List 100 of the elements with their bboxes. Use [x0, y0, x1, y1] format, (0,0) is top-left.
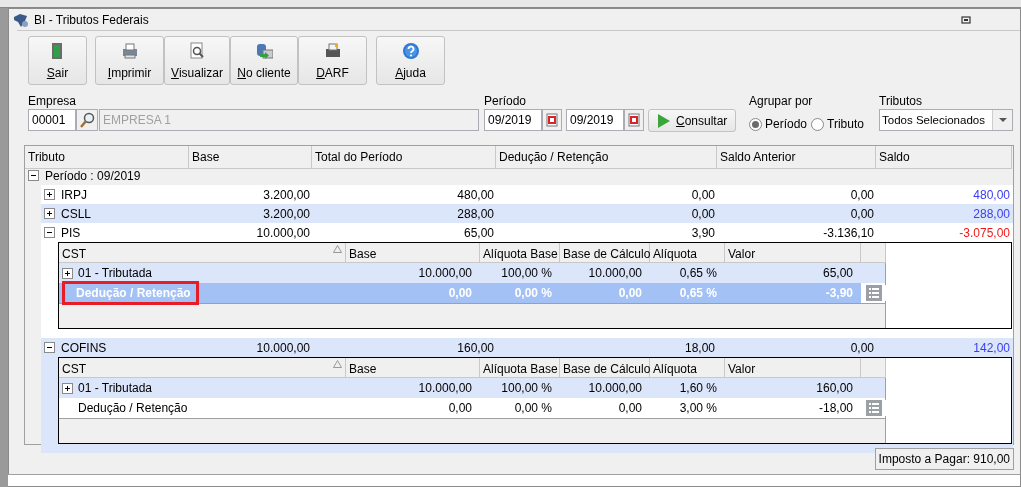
expand-icon[interactable] — [44, 208, 55, 219]
search-button[interactable] — [76, 109, 98, 131]
table-cell-text: 288,00 — [456, 205, 495, 223]
table-cell-text: 1,60 % — [678, 380, 718, 397]
table-cell-text: 10.000,00 — [255, 224, 311, 242]
calendar-icon — [546, 113, 558, 127]
table-cell-text: 0,00 — [447, 400, 473, 417]
table-cell-text: 0,65 % — [678, 285, 718, 302]
sort-icon — [333, 360, 342, 368]
column-header[interactable]: Base de Cálculo — [560, 243, 650, 263]
table-cell-text: CSLL — [61, 205, 92, 223]
toolbar-button[interactable]: Visualizar — [164, 36, 230, 85]
sort-icon — [333, 245, 342, 253]
table-cell-text: 65,00 — [462, 224, 495, 242]
total-label: Imposto a Pagar: 910,00 — [874, 448, 1014, 470]
table-cell-text: 01 - Tributada — [78, 380, 153, 397]
column-header[interactable]: CST — [62, 245, 86, 260]
toolbar-button[interactable]: Imprimir — [95, 36, 164, 85]
table-cell-text: 0,00 — [617, 285, 643, 302]
collapse-icon[interactable] — [44, 227, 55, 238]
table-cell-text: 0,00 — [617, 400, 643, 417]
column-header[interactable]: Alíquota — [650, 358, 725, 378]
table-cell-text: 65,00 — [821, 265, 854, 282]
expand-icon[interactable] — [44, 189, 55, 200]
table-cell-text: 10.000,00 — [587, 380, 643, 397]
column-header[interactable]: Saldo Anterior — [717, 146, 876, 169]
table-cell-text: 0,00 — [690, 205, 716, 223]
toolbar-button[interactable]: No cliente — [230, 36, 298, 85]
table-cell-text: 01 - Tributada — [78, 265, 153, 282]
expand-icon[interactable] — [62, 382, 73, 394]
database-arrow-icon — [255, 41, 273, 60]
column-header[interactable]: Tributo — [25, 146, 189, 169]
calendar-button[interactable] — [542, 109, 562, 131]
help-icon — [401, 41, 420, 60]
column-header[interactable]: Base de Cálculo — [560, 358, 650, 378]
calendar-button[interactable] — [624, 109, 644, 131]
table-cell-text: 0,00 — [690, 186, 716, 204]
search-icon — [79, 112, 95, 128]
table-cell-text: 10.000,00 — [587, 265, 643, 282]
column-header[interactable]: Alíquota Base — [480, 243, 560, 263]
caret-icon — [998, 117, 1007, 123]
table-cell-text: IRPJ — [61, 186, 87, 204]
blank-column-header — [861, 243, 886, 263]
table-cell-text: 3.200,00 — [262, 186, 311, 204]
table-cell-text: 10.000,00 — [417, 380, 473, 397]
document-magnifier-icon — [188, 41, 206, 60]
printer-icon — [120, 41, 139, 60]
toolbar-button[interactable]: Sair — [28, 36, 87, 85]
collapse-icon[interactable] — [28, 170, 39, 181]
field-label: Período — [484, 94, 528, 109]
table-cell-text: 3.200,00 — [262, 205, 311, 223]
table-cell-text: -3.075,00 — [958, 224, 1011, 242]
table-cell-text: 100,00 % — [500, 380, 553, 397]
blank-column-header — [861, 358, 886, 378]
group-label: Período : 09/2019 — [45, 167, 141, 185]
table-cell-text: 160,00 — [815, 380, 854, 397]
table-cell-text: 18,00 — [683, 339, 716, 357]
table-row[interactable]: Dedução / Retenção 0,00 0,00 % 0,00 3,00 % -18,00 — [59, 398, 861, 418]
date-field[interactable]: 09/2019 — [484, 109, 542, 131]
column-header[interactable]: Alíquota — [650, 243, 725, 263]
table-cell-text: 0,00 — [849, 205, 875, 223]
table-cell-text: 288,00 — [972, 205, 1011, 223]
table-cell-text: 100,00 % — [500, 265, 553, 282]
column-header[interactable]: Dedução / Retenção — [496, 146, 717, 169]
collapse-icon[interactable] — [44, 342, 55, 353]
consultar-button[interactable]: Consultar — [648, 109, 737, 132]
column-header[interactable]: Valor — [725, 243, 861, 263]
list-icon[interactable] — [865, 285, 882, 301]
expand-icon[interactable] — [62, 267, 73, 279]
toolbar-button[interactable]: DARF — [298, 36, 367, 85]
table-cell-text: 10.000,00 — [417, 265, 473, 282]
table-cell-text: PIS — [61, 224, 81, 242]
radio-option[interactable]: Período — [749, 115, 808, 133]
table-cell-text: 0,00 % — [513, 285, 553, 302]
printer-icon — [323, 41, 342, 60]
column-header[interactable]: Base — [346, 358, 480, 378]
app-logo-icon — [12, 11, 30, 28]
column-header[interactable]: Total do Período — [312, 146, 496, 169]
table-cell-text: 0,00 — [447, 285, 473, 302]
table-cell-text: 0,65 % — [678, 265, 718, 282]
toolbar-button[interactable]: Ajuda — [376, 36, 445, 85]
column-header[interactable]: Alíquota Base — [480, 358, 560, 378]
code-field[interactable]: 00001 — [28, 109, 76, 131]
list-icon[interactable] — [865, 400, 882, 416]
date-field[interactable]: 09/2019 — [566, 109, 624, 131]
radio-option[interactable]: Tributo — [811, 115, 864, 133]
table-cell-text: 10.000,00 — [255, 339, 311, 357]
table-cell-text: Dedução / Retenção — [78, 400, 188, 417]
tributos-dropdown[interactable]: Todos Selecionados — [879, 109, 1013, 131]
window-title: BI - Tributos Federais — [34, 11, 150, 29]
column-header[interactable]: CST — [62, 360, 86, 375]
column-header[interactable]: Base — [346, 243, 480, 263]
column-header[interactable]: Saldo — [876, 146, 1012, 169]
column-header[interactable]: Valor — [725, 358, 861, 378]
table-cell-text: 142,00 — [972, 339, 1011, 357]
column-header[interactable]: Base — [189, 146, 312, 169]
play-icon — [657, 112, 671, 129]
table-cell-text: -3,90 — [824, 285, 854, 302]
table-cell-text: 0,00 % — [513, 400, 553, 417]
restore-icon[interactable] — [959, 13, 973, 26]
